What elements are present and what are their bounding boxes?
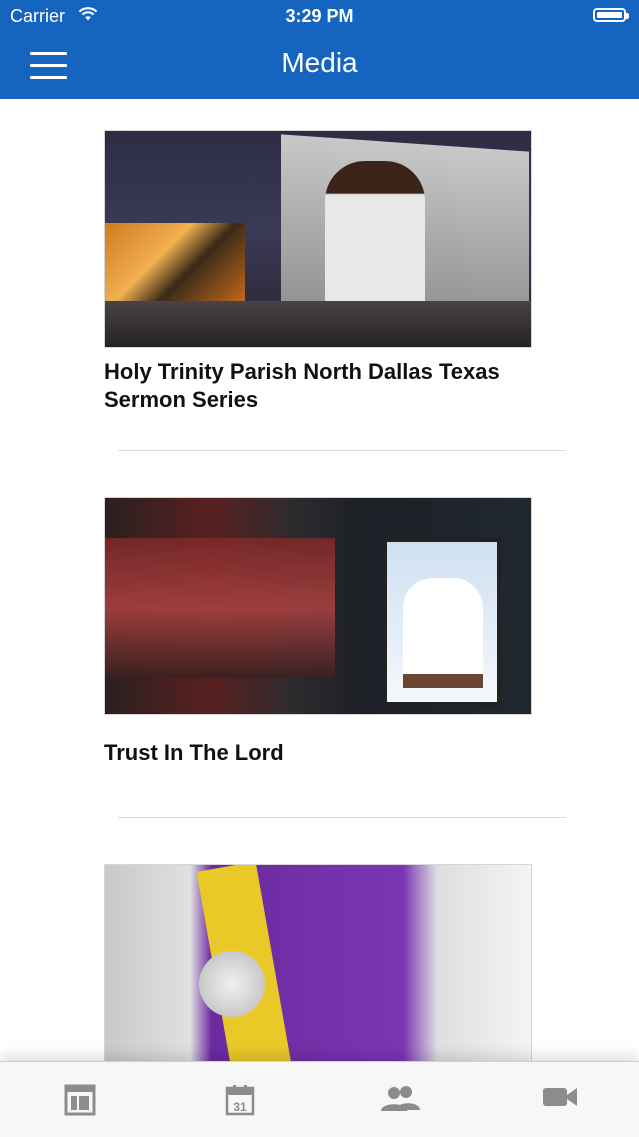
media-item[interactable]: Holy Trinity Parish North Dallas Texas S…: [104, 130, 532, 414]
tab-calendar[interactable]: 31: [200, 1062, 280, 1137]
media-title[interactable]: Trust In The Lord: [104, 739, 532, 767]
tab-bar: 31: [0, 1061, 639, 1137]
calendar-day: 31: [233, 1100, 247, 1114]
media-title[interactable]: Holy Trinity Parish North Dallas Texas S…: [104, 358, 532, 414]
media-item[interactable]: Trust In The Lord: [104, 497, 532, 767]
separator: [118, 450, 566, 451]
separator: [118, 817, 566, 818]
page-title: Media: [281, 47, 358, 78]
media-thumbnail[interactable]: [104, 130, 532, 348]
clock-time: 3:29 PM: [285, 6, 354, 26]
media-item[interactable]: [104, 864, 532, 1061]
navigation-bar: Media: [0, 32, 639, 99]
media-list[interactable]: Holy Trinity Parish North Dallas Texas S…: [0, 99, 639, 1061]
tab-people[interactable]: [360, 1062, 440, 1137]
status-bar: Carrier 3:29 PM: [0, 0, 639, 32]
people-icon: [381, 1086, 420, 1111]
video-camera-icon: [543, 1088, 577, 1106]
calendar-icon: 31: [225, 1085, 255, 1116]
tab-layout[interactable]: [40, 1062, 120, 1137]
battery-icon: [593, 8, 629, 22]
header: Carrier 3:29 PM Media: [0, 0, 639, 99]
media-thumbnail[interactable]: [104, 864, 532, 1061]
layout-icon: [64, 1084, 96, 1116]
tab-video[interactable]: [520, 1062, 600, 1137]
media-thumbnail[interactable]: [104, 497, 532, 715]
